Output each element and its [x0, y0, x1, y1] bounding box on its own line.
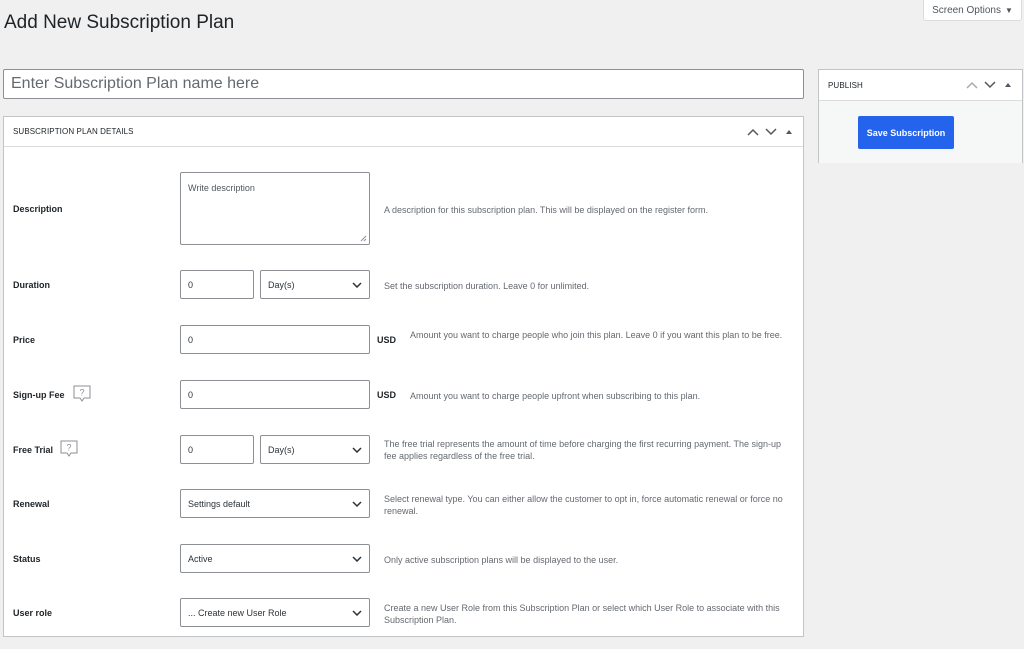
price-value: 0: [188, 334, 194, 345]
duration-unit-select[interactable]: Day(s): [260, 270, 370, 299]
free-trial-input[interactable]: 0: [180, 435, 254, 464]
signup-fee-currency: USD: [377, 390, 397, 400]
renewal-help-text: Select renewal type. You can either allo…: [384, 494, 783, 516]
chevron-down-icon[interactable]: [765, 127, 777, 136]
free-trial-label: Free Trial: [13, 445, 54, 455]
subscription-plan-details-box: SUBSCRIPTION PLAN DETAILS Description Wr…: [3, 116, 804, 637]
chevron-up-icon[interactable]: [747, 128, 759, 136]
status-help-text: Only active subscription plans will be d…: [384, 555, 619, 565]
price-label: Price: [13, 335, 36, 345]
description-label: Description: [13, 204, 63, 214]
svg-text:?: ?: [79, 388, 84, 398]
select-chevron-icon: [352, 281, 362, 288]
user-role-value: ... Create new User Role: [188, 607, 287, 618]
description-help-text: A description for this subscription plan…: [384, 205, 708, 215]
plan-name-input[interactable]: [3, 69, 804, 99]
free-trial-help-text: The free trial represents the amount of …: [384, 439, 782, 461]
duration-value: 0: [188, 279, 194, 290]
chevron-up-icon[interactable]: [966, 81, 978, 89]
chevron-down-icon[interactable]: [984, 81, 996, 89]
description-textarea[interactable]: Write description: [180, 172, 370, 245]
select-chevron-icon: [352, 500, 362, 507]
publish-box-body: Save Subscription: [819, 101, 1022, 163]
toggle-arrow-icon[interactable]: [1002, 81, 1014, 89]
price-currency: USD: [377, 335, 397, 345]
details-box-title: SUBSCRIPTION PLAN DETAILS: [13, 127, 134, 136]
screen-options-button[interactable]: Screen Options ▼: [923, 0, 1022, 21]
publish-box-header: PUBLISH: [819, 70, 1022, 101]
screen-options-label: Screen Options: [932, 4, 1001, 16]
description-placeholder: Write description: [188, 183, 255, 193]
free-trial-value: 0: [188, 444, 194, 455]
user-role-select[interactable]: ... Create new User Role: [180, 598, 370, 627]
free-trial-unit-select[interactable]: Day(s): [260, 435, 370, 464]
publish-box: PUBLISH Save Subscription: [818, 69, 1023, 163]
price-help-text: Amount you want to charge people who joi…: [410, 330, 783, 340]
signup-fee-help-text: Amount you want to charge people upfront…: [410, 391, 701, 401]
details-box-header: SUBSCRIPTION PLAN DETAILS: [4, 117, 803, 147]
select-chevron-icon: [352, 609, 362, 616]
duration-label: Duration: [13, 280, 50, 290]
renewal-select[interactable]: Settings default: [180, 489, 370, 518]
signup-fee-input[interactable]: 0: [180, 380, 370, 409]
signup-fee-help-icon[interactable]: ?: [72, 384, 92, 404]
page-title: Add New Subscription Plan: [4, 12, 235, 33]
renewal-label: Renewal: [13, 499, 50, 509]
select-chevron-icon: [352, 555, 362, 562]
resize-grip-icon[interactable]: [360, 235, 367, 242]
caret-down-icon: ▼: [1005, 5, 1013, 15]
duration-unit-value: Day(s): [268, 279, 295, 290]
select-chevron-icon: [352, 446, 362, 453]
price-input[interactable]: 0: [180, 325, 370, 354]
svg-text:?: ?: [66, 443, 71, 453]
renewal-value: Settings default: [188, 498, 251, 509]
free-trial-unit-value: Day(s): [268, 444, 295, 455]
signup-fee-label: Sign-up Fee: [13, 390, 65, 400]
duration-help-text: Set the subscription duration. Leave 0 f…: [384, 281, 590, 291]
signup-fee-value: 0: [188, 389, 194, 400]
publish-box-title: PUBLISH: [828, 80, 863, 90]
status-select[interactable]: Active: [180, 544, 370, 573]
free-trial-help-icon[interactable]: ?: [59, 439, 79, 459]
toggle-arrow-icon[interactable]: [783, 128, 795, 136]
duration-input[interactable]: 0: [180, 270, 254, 299]
status-label: Status: [13, 554, 41, 564]
user-role-help-text: Create a new User Role from this Subscri…: [384, 603, 780, 625]
save-subscription-button[interactable]: Save Subscription: [858, 116, 954, 149]
status-value: Active: [188, 553, 213, 564]
user-role-label: User role: [13, 608, 53, 618]
